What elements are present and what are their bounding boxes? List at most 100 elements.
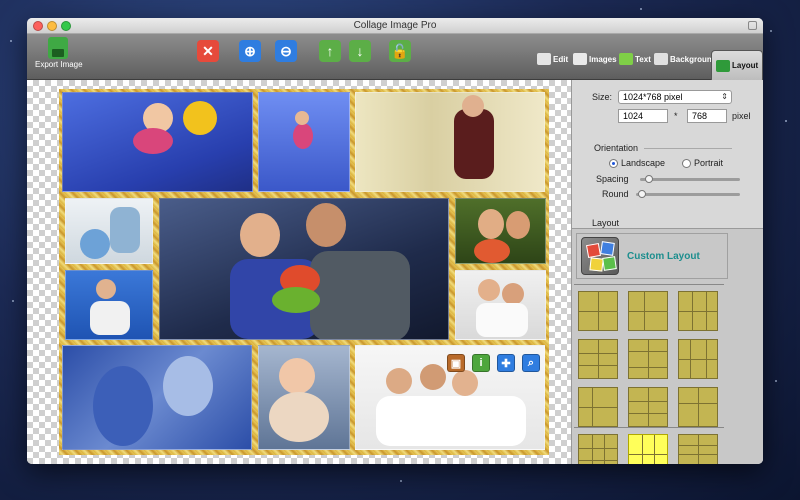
size-label: Size: [592,92,613,102]
star [400,480,402,482]
zoom-out-icon: ⊖ [280,43,292,59]
spacing-label: Spacing [596,174,629,184]
tab-images[interactable]: Images [573,46,617,72]
star [12,300,14,302]
move-down-button[interactable]: ↓ [349,40,371,62]
custom-layout-button[interactable]: Custom Layout [576,233,728,279]
photo-slot-couple-white[interactable] [455,270,546,340]
layout-preset-divider [579,447,617,449]
tab-text[interactable]: Text [619,46,651,72]
layout-preset-thumb[interactable] [678,339,718,379]
layout-preset-thumb[interactable] [578,291,618,331]
tab-label: Text [635,54,651,64]
minimize-window-button[interactable] [47,21,57,31]
zoom-in-button[interactable]: ⊕ [239,40,261,62]
landscape-radio[interactable] [609,159,618,168]
zoom-in-icon: ⊕ [244,43,256,59]
info-icon: i [479,357,483,369]
custom-layout-icon [581,237,619,275]
width-input[interactable]: 1024 [618,109,668,123]
spacing-slider-knob[interactable] [644,175,653,183]
zoom-out-button[interactable]: ⊖ [275,40,297,62]
times-label: * [674,111,678,121]
layout-preset-thumb[interactable] [678,434,718,464]
layout-preset-thumb[interactable] [578,434,618,464]
layout-preset-divider [679,359,717,360]
photo-slot-family-outdoor[interactable] [65,198,153,264]
window-title: Collage Image Pro [353,20,437,31]
tab-edit[interactable]: Edit [537,46,568,72]
close-window-button[interactable] [33,21,43,31]
delete-button[interactable]: ✕ [197,40,219,62]
photo-slot-family-stack[interactable] [65,270,153,340]
layout-preset-divider [705,340,707,378]
edit-icon [537,53,551,65]
arrow-down-icon: ↓ [356,43,364,59]
round-slider-track[interactable] [636,193,740,196]
layout-preset-divider [648,340,649,378]
layout-preset-thumb[interactable] [628,434,668,464]
layout-icon [716,59,730,72]
layout-preset-thumb[interactable] [578,387,618,427]
photo-slot-baby[interactable] [258,345,350,450]
height-input[interactable]: 768 [687,109,727,123]
photo-zoom-button[interactable]: ⌕ [522,354,540,372]
tab-layout[interactable]: Layout [711,50,763,80]
layout-divider [574,284,724,285]
photo-slot-kid-blue[interactable] [62,345,252,450]
chevron-updown-icon: ⇕ [721,92,728,101]
star [775,380,777,382]
text-t-icon [619,53,633,65]
layout-preset-thumb[interactable] [628,387,668,427]
toolbar: Export Image ✕ ⊕ ⊖ ↑ ↓ 🔓 Edit Images Tex… [27,34,763,80]
photo-slot-girl-jumping[interactable] [62,92,253,192]
size-select[interactable]: 1024*768 pixel ⇕ [618,90,732,104]
photo-move-button[interactable]: ✚ [497,354,515,372]
tab-background[interactable]: Background [654,46,717,72]
photo-replace-button[interactable]: ▣ [447,354,465,372]
layout-preset-divider [579,407,617,408]
layout-preset-thumb[interactable] [678,387,718,427]
layout-preset-divider [648,388,649,426]
star [785,120,787,122]
delete-x-icon: ✕ [202,43,214,59]
photo-slot-family-bed[interactable]: ▣ i ✚ ⌕ [355,345,545,450]
zoom-window-button[interactable] [61,21,71,31]
layout-section-label: Layout [592,218,620,228]
layout-preset-thumb[interactable] [578,339,618,379]
layout-divider [574,427,724,428]
layout-preset-thumb[interactable] [628,291,668,331]
layout-preset-divider [698,388,699,426]
tab-label: Layout [732,61,759,70]
layout-preset-divider [698,435,699,464]
export-image-label: Export Image [35,60,83,69]
layout-preset-divider [641,435,643,464]
portrait-radio[interactable] [682,159,691,168]
photo-slot-woman-cooking[interactable] [355,92,545,192]
fullscreen-icon[interactable] [748,21,757,30]
width-value: 1024 [623,111,644,121]
collage-canvas[interactable]: ▣ i ✚ ⌕ [27,80,572,464]
photo-slot-girl-leaping[interactable] [258,92,350,192]
layout-preset-divider [679,444,717,446]
unlock-button[interactable]: 🔓 [389,40,411,62]
spacing-slider-track[interactable] [640,178,740,181]
layout-preset-thumb[interactable] [628,339,668,379]
layout-preset-divider [679,454,717,455]
round-slider-knob[interactable] [637,190,646,198]
export-image-button[interactable]: Export Image [35,37,83,69]
layout-preset-divider [579,311,617,312]
layout-panel: Size: 1024*768 pixel ⇕ 1024 * 768 pixel … [572,80,763,464]
photo-info-button[interactable]: i [472,354,490,372]
layout-preset-divider [598,340,599,378]
save-disk-icon [48,37,68,59]
layout-preset-divider [629,311,667,312]
move-up-button[interactable]: ↑ [319,40,341,62]
photo-slot-couple-flowers[interactable] [159,198,449,340]
tab-label: Images [589,54,617,64]
landscape-label: Landscape [621,158,666,168]
layout-preset-thumb[interactable] [678,291,718,331]
tab-label: Background [670,54,717,64]
photo-slot-couple-kiss[interactable] [455,198,546,264]
layout-preset-divider [629,454,667,455]
